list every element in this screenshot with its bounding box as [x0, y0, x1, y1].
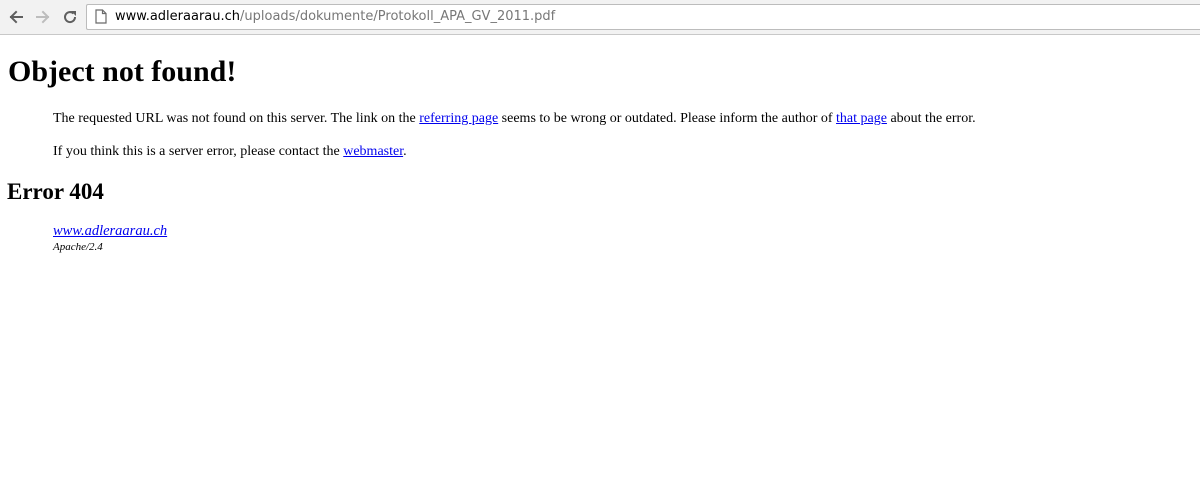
- error-description-text-1: The requested URL was not found on this …: [53, 111, 420, 126]
- server-error-note-text-2: .: [403, 144, 407, 159]
- server-signature: Apache/2.4: [53, 241, 103, 253]
- server-error-note: If you think this is a server error, ple…: [53, 143, 407, 161]
- reload-icon: [64, 11, 77, 24]
- page-icon: [95, 9, 107, 24]
- error-description-text-3: about the error.: [886, 111, 976, 126]
- back-button[interactable]: [6, 7, 26, 27]
- url-text: www.adleraarau.ch/uploads/dokumente/Prot…: [115, 5, 555, 29]
- address-bar[interactable]: www.adleraarau.ch/uploads/dokumente/Prot…: [86, 4, 1200, 30]
- that-page-link[interactable]: that page: [836, 111, 887, 126]
- error-code-heading: Error 404: [7, 179, 104, 204]
- page-content: Object not found! The requested URL was …: [0, 36, 1200, 502]
- forward-arrow-icon: [36, 10, 50, 24]
- reload-button[interactable]: [60, 7, 80, 27]
- server-error-note-text-1: If you think this is a server error, ple…: [53, 144, 344, 159]
- url-host: www.adleraarau.ch: [115, 9, 241, 24]
- server-address: www.adleraarau.ch Apache/2.4: [53, 223, 167, 254]
- site-link[interactable]: www.adleraarau.ch: [53, 223, 167, 240]
- browser-toolbar: www.adleraarau.ch/uploads/dokumente/Prot…: [0, 0, 1200, 35]
- url-path: /uploads/dokumente/Protokoll_APA_GV_2011…: [240, 9, 556, 24]
- page-title: Object not found!: [8, 55, 237, 88]
- forward-button[interactable]: [33, 7, 53, 27]
- error-description: The requested URL was not found on this …: [53, 110, 976, 128]
- back-arrow-icon: [9, 10, 23, 24]
- error-description-text-2: seems to be wrong or outdated. Please in…: [498, 111, 837, 126]
- referring-page-link[interactable]: referring page: [419, 111, 498, 126]
- webmaster-link[interactable]: webmaster: [343, 144, 403, 159]
